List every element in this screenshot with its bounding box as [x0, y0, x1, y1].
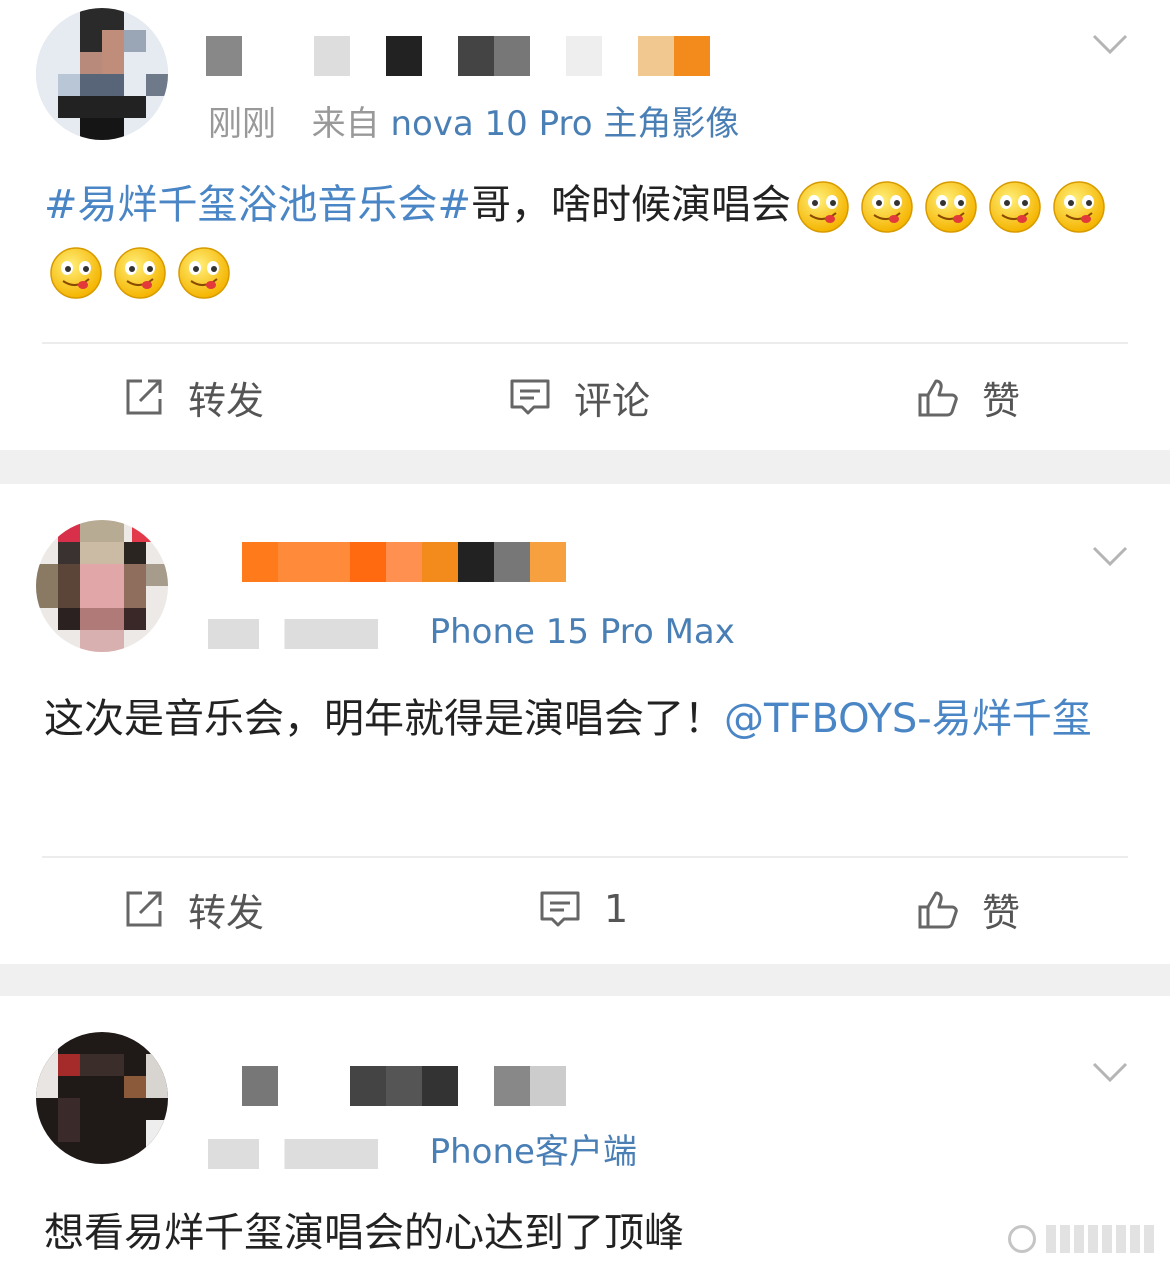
username-mosaic[interactable] — [206, 1066, 566, 1106]
drooling-face-icon — [989, 181, 1041, 233]
feed-post-2: Phone 15 Pro Max 这次是音乐会，明年就得是演唱会了！@TFBOY… — [0, 484, 1170, 964]
post-source[interactable]: nova 10 Pro 主角影像 — [390, 104, 739, 144]
chevron-down-icon[interactable] — [1090, 24, 1130, 64]
feed-post-3: Phone客户端 想看易烊千玺演唱会的心达到了顶峰 — [0, 996, 1170, 1265]
post-text: 想看易烊千玺演唱会的心达到了顶峰 — [44, 1210, 684, 1256]
repost-icon — [126, 379, 162, 415]
like-label: 赞 — [982, 890, 1021, 935]
avatar-mosaic — [36, 520, 168, 652]
post-content: 这次是音乐会，明年就得是演唱会了！@TFBOYS-易烊千玺 — [44, 686, 1124, 752]
repost-label: 转发 — [188, 378, 265, 423]
like-label: 赞 — [982, 378, 1021, 423]
drooling-face-icon — [114, 247, 166, 299]
repost-button[interactable]: 转发 — [122, 874, 264, 944]
comment-icon — [510, 379, 550, 415]
post-text: 这次是音乐会，明年就得是演唱会了！ — [44, 696, 724, 742]
watermark — [1008, 1225, 1158, 1253]
divider — [42, 856, 1128, 858]
comment-count: 1 — [604, 887, 629, 931]
watermark-logo-icon — [1008, 1225, 1036, 1253]
post-source[interactable]: Phone客户端 — [430, 1132, 637, 1172]
post-meta: 刚刚 来自 nova 10 Pro 主角影像 — [208, 96, 739, 145]
username-mosaic[interactable] — [206, 36, 710, 76]
comment-button[interactable]: 评论 — [508, 362, 650, 432]
post-actions: 转发 1 赞 — [0, 874, 1170, 944]
like-icon — [918, 379, 958, 417]
chevron-down-icon[interactable] — [1090, 1052, 1130, 1092]
avatar[interactable] — [36, 8, 168, 140]
comment-label: 评论 — [574, 378, 651, 423]
avatar-mosaic — [36, 8, 168, 140]
username-mosaic[interactable] — [206, 542, 566, 582]
like-button[interactable]: 赞 — [916, 362, 1020, 432]
post-content: #易烊千玺浴池音乐会#哥，啥时候演唱会 — [44, 172, 1124, 304]
post-source[interactable]: Phone 15 Pro Max — [430, 612, 735, 652]
divider — [42, 342, 1128, 344]
drooling-face-icon — [797, 181, 849, 233]
avatar-mosaic — [36, 1032, 168, 1164]
repost-button[interactable]: 转发 — [122, 362, 264, 432]
hashtag-link[interactable]: #易烊千玺浴池音乐会# — [44, 182, 471, 228]
separator — [0, 450, 1170, 484]
like-button[interactable]: 赞 — [916, 874, 1020, 944]
repost-icon — [126, 891, 162, 927]
avatar[interactable] — [36, 520, 168, 652]
drooling-face-icon — [50, 247, 102, 299]
drooling-face-icon — [1053, 181, 1105, 233]
comment-icon — [540, 891, 580, 927]
post-time: 刚刚 — [208, 104, 276, 144]
like-icon — [918, 891, 958, 929]
post-meta: Phone 15 Pro Max — [208, 612, 735, 652]
post-meta: Phone客户端 — [208, 1124, 637, 1173]
separator — [0, 964, 1170, 996]
drooling-face-icon — [861, 181, 913, 233]
source-prefix: 来自 — [311, 104, 380, 144]
comment-button[interactable]: 1 — [538, 874, 628, 944]
repost-label: 转发 — [188, 890, 265, 935]
drooling-face-icon — [925, 181, 977, 233]
feed-post-1: 刚刚 来自 nova 10 Pro 主角影像 #易烊千玺浴池音乐会#哥，啥时候演… — [0, 0, 1170, 450]
post-text: 哥，啥时候演唱会 — [471, 182, 792, 228]
mention-link[interactable]: @TFBOYS-易烊千玺 — [724, 696, 1092, 742]
post-content: 想看易烊千玺演唱会的心达到了顶峰 — [44, 1200, 1124, 1266]
post-actions: 转发 评论 赞 — [0, 362, 1170, 432]
chevron-down-icon[interactable] — [1090, 536, 1130, 576]
avatar[interactable] — [36, 1032, 168, 1164]
drooling-face-icon — [178, 247, 230, 299]
